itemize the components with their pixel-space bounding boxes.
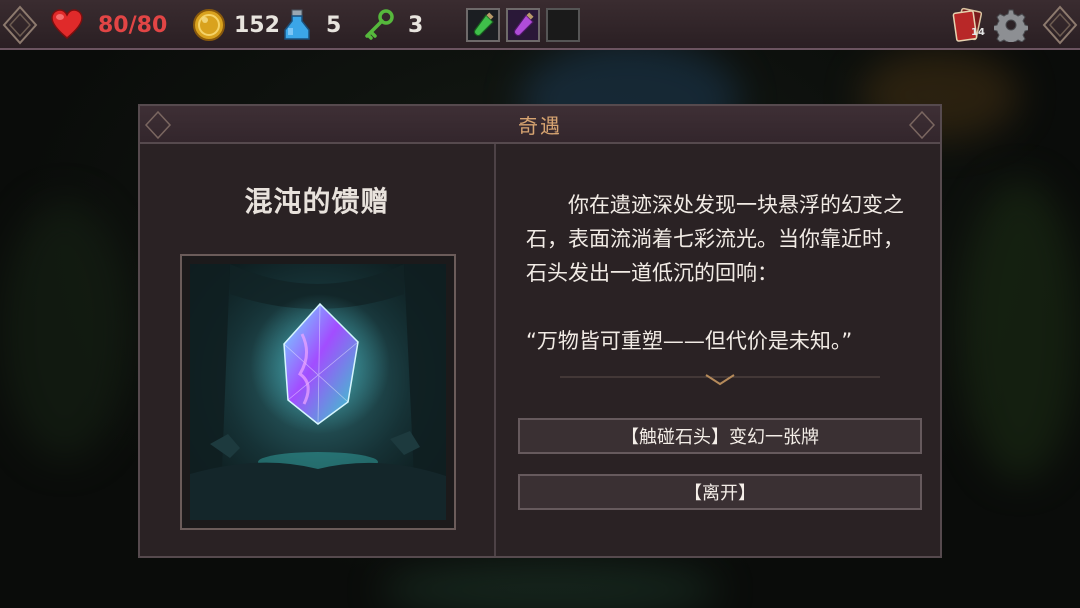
- potion-display: 5: [280, 0, 341, 50]
- blue-potion-icon: [284, 9, 310, 40]
- event-title: 混沌的馈赠: [244, 185, 390, 218]
- event-dialog: 奇遇 混沌的馈赠 你在遗迹深处发现一块悬浮的幻变之石，表面流淌着七彩流光。当你靠…: [138, 104, 942, 558]
- gold-value: 152: [234, 12, 280, 38]
- hp-display: 80/80: [50, 0, 167, 50]
- event-story-text: 你在遗迹深处发现一块悬浮的幻变之石，表面流淌着七彩流光。当你靠近时，石头发出一道…: [526, 193, 904, 285]
- potion-slot-2[interactable]: [506, 8, 540, 42]
- purple-potion-slot-icon: [513, 12, 534, 37]
- potion-count: 5: [326, 12, 342, 38]
- top-hud-bar: 80/80 152 5 3 14: [0, 0, 1080, 50]
- potion-slot-1[interactable]: [466, 8, 500, 42]
- event-quote-text: “万物皆可重塑——但代价是未知。”: [526, 329, 853, 353]
- ornament-corner-right: [908, 110, 936, 140]
- gold-coin-icon: [193, 9, 225, 41]
- ornament-corner-right: [1042, 5, 1078, 45]
- key-count: 3: [408, 12, 424, 38]
- green-key-icon: [365, 9, 394, 40]
- floating-crystal-illustration: [190, 264, 446, 520]
- potion-slot-3-empty[interactable]: [546, 8, 580, 42]
- event-illustration-frame: [180, 254, 456, 530]
- dialog-header: 奇遇: [140, 106, 940, 144]
- ornament-corner-left: [144, 110, 172, 140]
- option-leave-button[interactable]: 【离开】: [518, 474, 922, 510]
- gear-icon[interactable]: [994, 8, 1028, 42]
- option-touch-stone-button[interactable]: 【触碰石头】变幻一张牌: [518, 418, 922, 454]
- gold-display: 152: [192, 0, 280, 50]
- dialog-title: 奇遇: [518, 113, 562, 138]
- key-display: 3: [362, 0, 423, 50]
- green-potion-slot-icon: [473, 12, 494, 37]
- heart-icon: [51, 9, 83, 39]
- panel-divider: [494, 144, 496, 556]
- divider-ornament: [560, 374, 880, 386]
- ornament-corner-left: [2, 5, 38, 45]
- deck-count: 14: [971, 27, 985, 38]
- hp-value: 80/80: [98, 12, 168, 38]
